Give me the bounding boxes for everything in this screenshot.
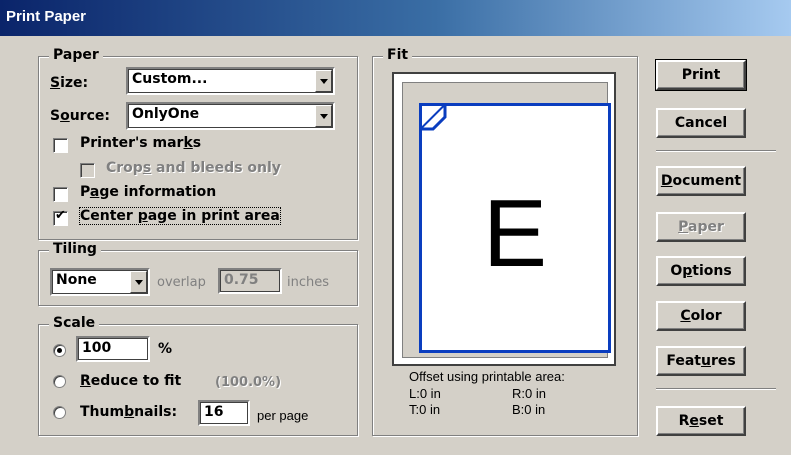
page-corner-icon (419, 103, 447, 131)
reduce-to-fit-radio[interactable] (53, 375, 66, 388)
printers-marks-checkbox[interactable] (53, 138, 68, 153)
chevron-down-icon[interactable] (315, 70, 332, 92)
checkmark-icon: ✔ (55, 208, 66, 223)
scale-legend: Scale (49, 315, 100, 331)
separator (656, 150, 776, 152)
offset-bottom: B:0 in (512, 402, 546, 417)
chevron-down-icon[interactable] (130, 271, 147, 293)
percent-radio[interactable] (53, 344, 66, 357)
preview-page: E (419, 103, 611, 353)
per-page-label: per page (257, 408, 309, 423)
color-button[interactable]: Color (656, 301, 746, 331)
percent-sign: % (158, 341, 173, 357)
title-bar[interactable]: Print Paper (0, 0, 791, 36)
overlap-input: 0.75 (218, 268, 282, 294)
radio-dot-icon (57, 348, 62, 353)
size-label: Size: (50, 75, 89, 91)
thumbnails-label[interactable]: Thumbnails: (80, 404, 177, 420)
preview-area: E (402, 82, 611, 358)
window-title: Print Paper (6, 8, 87, 25)
cancel-button[interactable]: Cancel (656, 108, 746, 138)
offset-top: T:0 in (409, 402, 441, 417)
thumbnails-radio[interactable] (53, 406, 66, 419)
options-button[interactable]: Options (656, 256, 746, 286)
center-page-label[interactable]: Center page in print area (79, 207, 281, 225)
print-button[interactable]: Print (655, 59, 747, 91)
paper-legend: Paper (49, 47, 103, 63)
crops-bleeds-label: Crops and bleeds only (106, 160, 281, 176)
overlap-label: overlap (157, 275, 206, 290)
offset-title: Offset using printable area: (409, 369, 565, 384)
size-select[interactable]: Custom... (126, 67, 335, 95)
preview-letter: E (482, 180, 548, 287)
chevron-down-icon[interactable] (315, 105, 332, 127)
reset-button[interactable]: Reset (656, 406, 746, 436)
offset-left: L:0 in (409, 386, 441, 401)
center-page-checkbox[interactable]: ✔ (53, 208, 68, 226)
page-information-label[interactable]: Page information (80, 184, 216, 200)
percent-input[interactable]: 100 (76, 336, 150, 362)
reduce-to-fit-value: (100.0%) (215, 375, 282, 390)
tiling-value: None (56, 272, 97, 288)
size-value: Custom... (132, 71, 208, 87)
tiling-legend: Tiling (49, 241, 101, 257)
separator (656, 388, 776, 390)
source-value: OnlyOne (132, 106, 200, 122)
tiling-select[interactable]: None (50, 268, 150, 296)
print-paper-dialog: Print Paper Paper Size: Custom... Source… (0, 0, 791, 455)
crops-bleeds-checkbox (80, 163, 95, 178)
features-button[interactable]: Features (656, 346, 746, 376)
fit-legend: Fit (383, 47, 413, 63)
page-preview: E (392, 72, 616, 366)
overlap-units: inches (287, 275, 330, 290)
reduce-to-fit-label[interactable]: Reduce to fit (80, 373, 181, 389)
page-information-checkbox[interactable] (53, 187, 68, 202)
paper-button: Paper (656, 212, 746, 242)
thumbnails-input[interactable]: 16 (198, 400, 250, 426)
source-select[interactable]: OnlyOne (126, 102, 335, 130)
offset-right: R:0 in (512, 386, 546, 401)
printers-marks-label[interactable]: Printer's marks (80, 135, 201, 151)
source-label: Source: (50, 108, 110, 124)
document-button[interactable]: Document (656, 166, 746, 196)
